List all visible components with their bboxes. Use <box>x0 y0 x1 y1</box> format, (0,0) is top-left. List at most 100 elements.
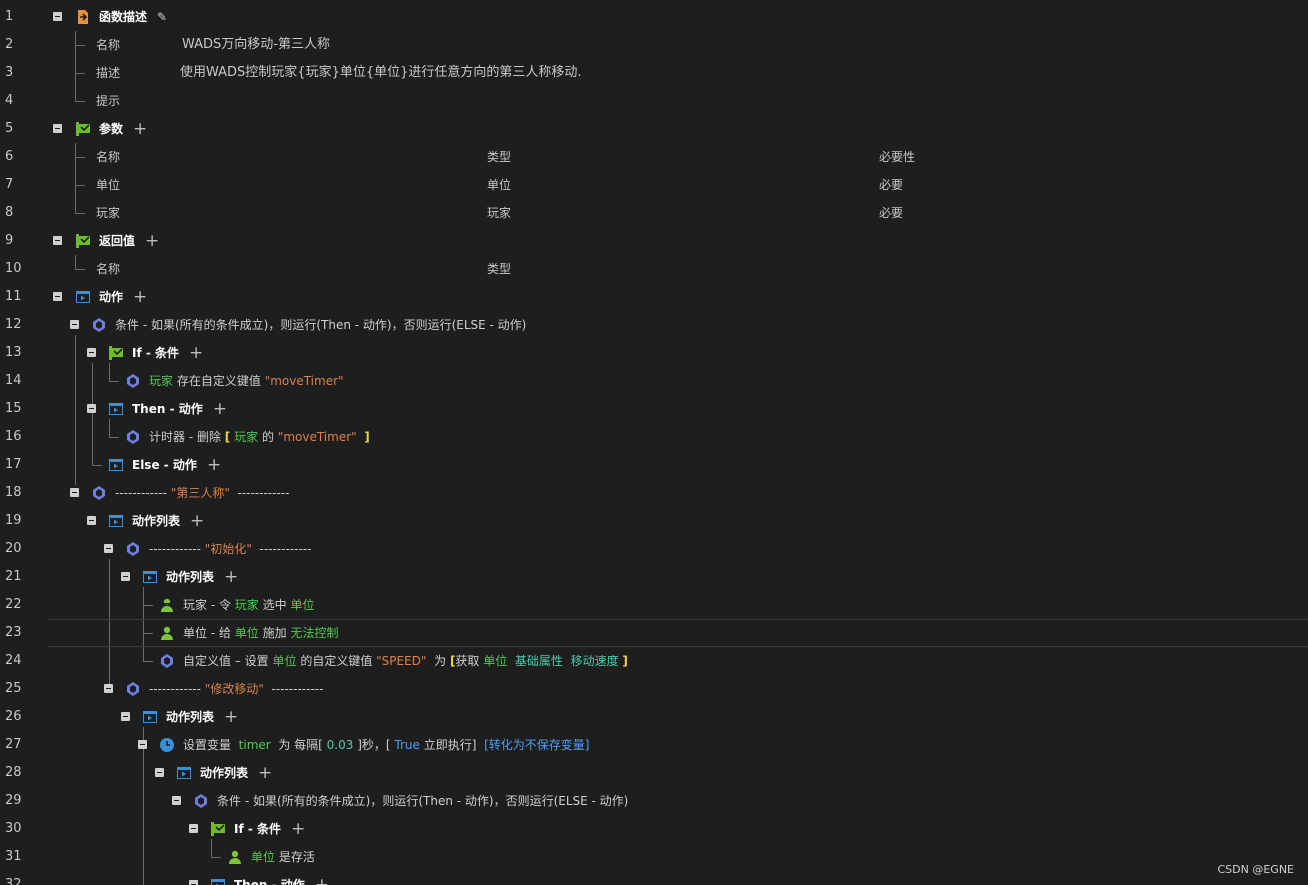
param-name[interactable]: 单位 <box>96 171 120 199</box>
if-header: If - 条件 <box>234 822 282 836</box>
bool-literal[interactable]: True <box>394 731 420 759</box>
string-literal[interactable]: "moveTimer" <box>265 367 344 395</box>
tree-row[interactable]: 提示 <box>0 87 1308 115</box>
tree-row[interactable]: If - 条件 + <box>0 815 1308 843</box>
tree-row[interactable]: 单位 是存活 <box>0 843 1308 871</box>
tree-row[interactable]: 名称 类型 <box>0 255 1308 283</box>
collapse-toggle[interactable] <box>189 880 198 885</box>
collapse-toggle[interactable] <box>172 796 181 805</box>
tree-row[interactable]: 描述 使用WADS控制玩家{玩家}单位{单位}进行任意方向的第三人称移动. <box>0 59 1308 87</box>
unit-var[interactable]: 单位 <box>272 647 296 675</box>
collapse-toggle[interactable] <box>87 348 96 357</box>
collapse-toggle[interactable] <box>70 320 79 329</box>
collapse-toggle[interactable] <box>121 712 130 721</box>
collapse-toggle[interactable] <box>87 516 96 525</box>
tree-row[interactable]: ------------ "第三人称" ------------ <box>0 479 1308 507</box>
plus-icon[interactable]: + <box>213 395 227 423</box>
tree-row[interactable]: 计时器 - 删除 [ 玩家 的 "moveTimer" ] <box>0 423 1308 451</box>
collapse-toggle[interactable] <box>189 824 198 833</box>
unit-var[interactable]: 单位 <box>483 647 507 675</box>
plus-icon[interactable]: + <box>190 507 204 535</box>
plus-icon[interactable]: + <box>133 283 147 311</box>
tree-row[interactable]: 动作 + <box>0 283 1308 311</box>
tree-row[interactable]: 名称 WADS万向移动-第三人称 <box>0 31 1308 59</box>
tree-row[interactable]: If - 条件 + <box>0 339 1308 367</box>
tree-row[interactable]: 玩家 - 令 玩家 选中 单位 <box>0 591 1308 619</box>
param-type[interactable]: 玩家 <box>487 199 511 227</box>
function-desc-value[interactable]: 使用WADS控制玩家{玩家}单位{单位}进行任意方向的第三人称移动. <box>180 59 582 87</box>
condition-action[interactable]: 条件 - 如果(所有的条件成立)，则运行(Then - 动作)，否则运行(ELS… <box>217 787 628 815</box>
string-literal[interactable]: "SPEED" <box>376 647 426 675</box>
tree-row[interactable]: Else - 动作 + <box>0 451 1308 479</box>
tree-row[interactable]: 单位 单位 必要 <box>0 171 1308 199</box>
unit-var[interactable]: 单位 <box>290 591 314 619</box>
param-required[interactable]: 必要 <box>879 171 903 199</box>
collapse-toggle[interactable] <box>138 740 147 749</box>
param-flag-icon <box>76 234 90 248</box>
attr-var[interactable]: 移动速度 <box>571 647 619 675</box>
param-required[interactable]: 必要 <box>879 199 903 227</box>
variable-var[interactable]: timer <box>239 731 271 759</box>
plus-icon[interactable]: + <box>145 227 159 255</box>
tree-row[interactable]: 动作列表 + <box>0 703 1308 731</box>
player-var[interactable]: 玩家 <box>149 367 173 395</box>
collapse-toggle[interactable] <box>53 124 62 133</box>
separator-title[interactable]: "初始化" <box>205 535 252 563</box>
convert-option[interactable]: [转化为不保存变量] <box>484 731 589 759</box>
separator-dashes: ------------ <box>259 542 312 556</box>
string-literal[interactable]: "moveTimer" <box>278 423 357 451</box>
pencil-icon[interactable]: ✎ <box>157 3 167 31</box>
tree-row[interactable]: ------------ "初始化" ------------ <box>0 535 1308 563</box>
collapse-toggle[interactable] <box>53 292 62 301</box>
collapse-toggle[interactable] <box>53 236 62 245</box>
attr-var[interactable]: 基础属性 <box>515 647 563 675</box>
plus-icon[interactable]: + <box>224 563 238 591</box>
collapse-toggle[interactable] <box>155 768 164 777</box>
collapse-toggle[interactable] <box>53 12 62 21</box>
player-var[interactable]: 玩家 <box>235 591 259 619</box>
action-text: 为 每隔[ <box>278 738 323 752</box>
plus-icon[interactable]: + <box>315 871 329 885</box>
condition-action[interactable]: 条件 - 如果(所有的条件成立)，则运行(Then - 动作)，否则运行(ELS… <box>115 311 526 339</box>
param-type[interactable]: 单位 <box>487 171 511 199</box>
bracket: ] <box>364 430 370 444</box>
tree-row[interactable]: 条件 - 如果(所有的条件成立)，则运行(Then - 动作)，否则运行(ELS… <box>0 787 1308 815</box>
tree-row[interactable]: 返回值 + <box>0 227 1308 255</box>
unit-var[interactable]: 单位 <box>235 619 259 647</box>
separator-title[interactable]: "修改移动" <box>205 675 264 703</box>
tree-row[interactable]: 条件 - 如果(所有的条件成立)，则运行(Then - 动作)，否则运行(ELS… <box>0 311 1308 339</box>
collapse-toggle[interactable] <box>104 544 113 553</box>
plus-icon[interactable]: + <box>258 759 272 787</box>
collapse-toggle[interactable] <box>104 684 113 693</box>
action-text: 选中 <box>262 598 287 612</box>
unit-var[interactable]: 单位 <box>251 843 275 871</box>
tree-row[interactable]: 单位 - 给 单位 施加 无法控制 <box>0 619 1308 647</box>
tree-row[interactable]: 玩家 存在自定义键值 "moveTimer" <box>0 367 1308 395</box>
tree-row[interactable]: 动作列表 + <box>0 563 1308 591</box>
tree-row[interactable]: Then - 动作 + <box>0 871 1308 885</box>
collapse-toggle[interactable] <box>87 404 96 413</box>
tree-row[interactable]: 自定义值 – 设置 单位 的自定义键值 "SPEED" 为 [ 获取 单位 基础… <box>0 647 1308 675</box>
tree-row[interactable]: 参数 + <box>0 115 1308 143</box>
function-name-value[interactable]: WADS万向移动-第三人称 <box>182 31 330 59</box>
tree-row[interactable]: 动作列表 + <box>0 759 1308 787</box>
plus-icon[interactable]: + <box>207 451 221 479</box>
tree-row[interactable]: 名称 类型 必要性 <box>0 143 1308 171</box>
player-var[interactable]: 玩家 <box>234 423 258 451</box>
plus-icon[interactable]: + <box>189 339 203 367</box>
collapse-toggle[interactable] <box>121 572 130 581</box>
plus-icon[interactable]: + <box>224 703 238 731</box>
status-var[interactable]: 无法控制 <box>290 619 338 647</box>
plus-icon[interactable]: + <box>291 815 305 843</box>
tree-row[interactable]: Then - 动作 + <box>0 395 1308 423</box>
tree-row[interactable]: 函数描述 ✎ <box>0 3 1308 31</box>
tree-row[interactable]: 设置变量 timer 为 每隔[ 0.03 ]秒，[ True 立即执行] [转… <box>0 731 1308 759</box>
separator-title[interactable]: "第三人称" <box>171 479 230 507</box>
plus-icon[interactable]: + <box>133 115 147 143</box>
tree-row[interactable]: ------------ "修改移动" ------------ <box>0 675 1308 703</box>
param-name[interactable]: 玩家 <box>96 199 120 227</box>
tree-row[interactable]: 玩家 玩家 必要 <box>0 199 1308 227</box>
tree-row[interactable]: 动作列表 + <box>0 507 1308 535</box>
number-literal[interactable]: 0.03 <box>327 731 354 759</box>
collapse-toggle[interactable] <box>70 488 79 497</box>
